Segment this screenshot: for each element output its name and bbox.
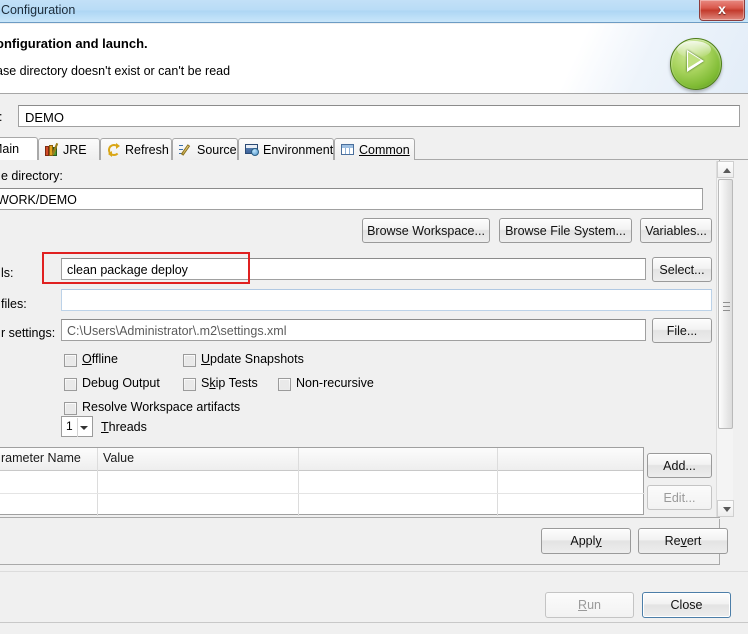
scrollbar-thumb[interactable] <box>718 179 733 429</box>
panel-scrollbar[interactable] <box>716 161 734 517</box>
debug-output-checkbox[interactable] <box>64 378 77 391</box>
run-green-play-icon <box>668 36 722 90</box>
file-label: File... <box>666 323 698 338</box>
select-label: Select... <box>659 262 705 277</box>
threads-label: Threads <box>101 420 147 434</box>
run-label: Run <box>578 598 601 612</box>
tab-refresh[interactable]: Refresh <box>100 138 172 160</box>
tab-jre-label: JRE <box>63 142 87 157</box>
tab-main-label: Main <box>0 142 20 156</box>
environment-monitor-icon <box>245 143 260 157</box>
close-window-button[interactable]: x <box>699 0 745 21</box>
dialog-error-message: ase directory doesn't exist or can't be … <box>0 64 231 78</box>
select-goals-button[interactable]: Select... <box>652 257 712 282</box>
edit-parameter-button: Edit... <box>647 485 712 510</box>
non-recursive-label: Non-recursive <box>296 376 374 390</box>
user-settings-input[interactable] <box>61 319 646 341</box>
window-title: t Configuration <box>0 3 76 17</box>
dialog-button-bar: Run Close <box>0 571 748 634</box>
user-settings-file-button[interactable]: File... <box>652 318 712 343</box>
source-pencil-icon <box>179 143 194 157</box>
browse-workspace-label: Browse Workspace... <box>367 223 485 238</box>
profiles-input[interactable] <box>61 289 712 311</box>
tab-environment[interactable]: Environment <box>238 138 334 160</box>
update-snapshots-checkbox[interactable] <box>183 354 196 367</box>
debug-output-label: Debug Output <box>82 376 160 390</box>
add-parameter-button[interactable]: Add... <box>647 453 712 478</box>
name-input[interactable] <box>18 105 740 127</box>
tab-common-label: Common <box>359 142 410 157</box>
browse-file-system-button[interactable]: Browse File System... <box>499 218 632 243</box>
window-titlebar: t Configuration x <box>0 0 748 23</box>
goals-label: ls: <box>1 266 14 280</box>
tab-common[interactable]: Common <box>334 138 415 160</box>
update-snapshots-label: Update Snapshots <box>201 352 304 366</box>
configuration-name-row: e: <box>0 104 748 132</box>
browse-file-system-label: Browse File System... <box>505 223 626 238</box>
base-directory-label: e directory: <box>1 169 63 183</box>
close-label: Close <box>670 598 703 612</box>
resolve-workspace-artifacts-checkbox[interactable] <box>64 402 77 415</box>
jre-books-icon <box>45 142 60 157</box>
column-header-value: Value <box>103 451 135 465</box>
variables-button[interactable]: Variables... <box>640 218 712 243</box>
dialog-message-area: onfiguration and launch. ase directory d… <box>0 24 748 94</box>
refresh-arrows-icon <box>107 142 122 157</box>
run-button: Run <box>545 592 634 618</box>
revert-button[interactable]: Revert <box>638 528 728 554</box>
non-recursive-checkbox[interactable] <box>278 378 291 391</box>
threads-value: 1 <box>66 419 73 433</box>
edit-label: Edit... <box>663 490 696 505</box>
apply-revert-bar: Apply Revert <box>0 519 728 565</box>
tab-main[interactable]: Main <box>0 137 38 160</box>
tab-environment-label: Environment <box>263 142 334 157</box>
revert-label: Revert <box>664 534 702 548</box>
column-header-parameter-name: rameter Name <box>1 451 81 465</box>
table-row[interactable] <box>0 470 645 493</box>
close-button[interactable]: Close <box>642 592 731 618</box>
dialog-title-text: onfiguration and launch. <box>0 36 148 51</box>
edit-configuration-dialog: t Configuration x onfiguration and launc… <box>0 0 748 634</box>
table-row[interactable] <box>0 494 645 516</box>
tab-strip: Main JRE Refresh Source Environ <box>0 137 748 160</box>
goals-input[interactable] <box>61 258 646 280</box>
close-icon: x <box>718 1 726 17</box>
offline-label: OOfflineffline <box>82 352 118 366</box>
tab-source-label: Source <box>197 142 237 157</box>
chevron-down-icon <box>80 426 88 430</box>
scroll-down-button[interactable] <box>717 500 734 517</box>
browse-workspace-button[interactable]: Browse Workspace... <box>362 218 490 243</box>
tab-source[interactable]: Source <box>172 138 238 160</box>
skip-tests-label: Skip Tests <box>201 376 258 390</box>
bottom-divider <box>0 622 748 623</box>
threads-select[interactable]: 1 <box>61 416 93 437</box>
scroll-up-button[interactable] <box>717 161 734 178</box>
offline-checkbox[interactable] <box>64 354 77 367</box>
parameters-table[interactable]: rameter Name Value <box>0 447 645 516</box>
skip-tests-checkbox[interactable] <box>183 378 196 391</box>
main-tab-panel: e directory: Browse Workspace... Browse … <box>0 160 720 518</box>
apply-button[interactable]: Apply <box>541 528 631 554</box>
variables-label: Variables... <box>645 223 707 238</box>
resolve-workspace-artifacts-label: Resolve Workspace artifacts <box>82 400 241 414</box>
common-table-icon <box>341 143 356 157</box>
profiles-label: files: <box>1 297 27 311</box>
add-label: Add... <box>663 458 696 473</box>
tab-jre[interactable]: JRE <box>38 138 100 160</box>
user-settings-label: r settings: <box>1 326 56 340</box>
name-label: e: <box>0 110 2 124</box>
tab-refresh-label: Refresh <box>125 142 169 157</box>
base-directory-input[interactable] <box>0 188 703 210</box>
apply-label: Apply <box>570 534 602 548</box>
